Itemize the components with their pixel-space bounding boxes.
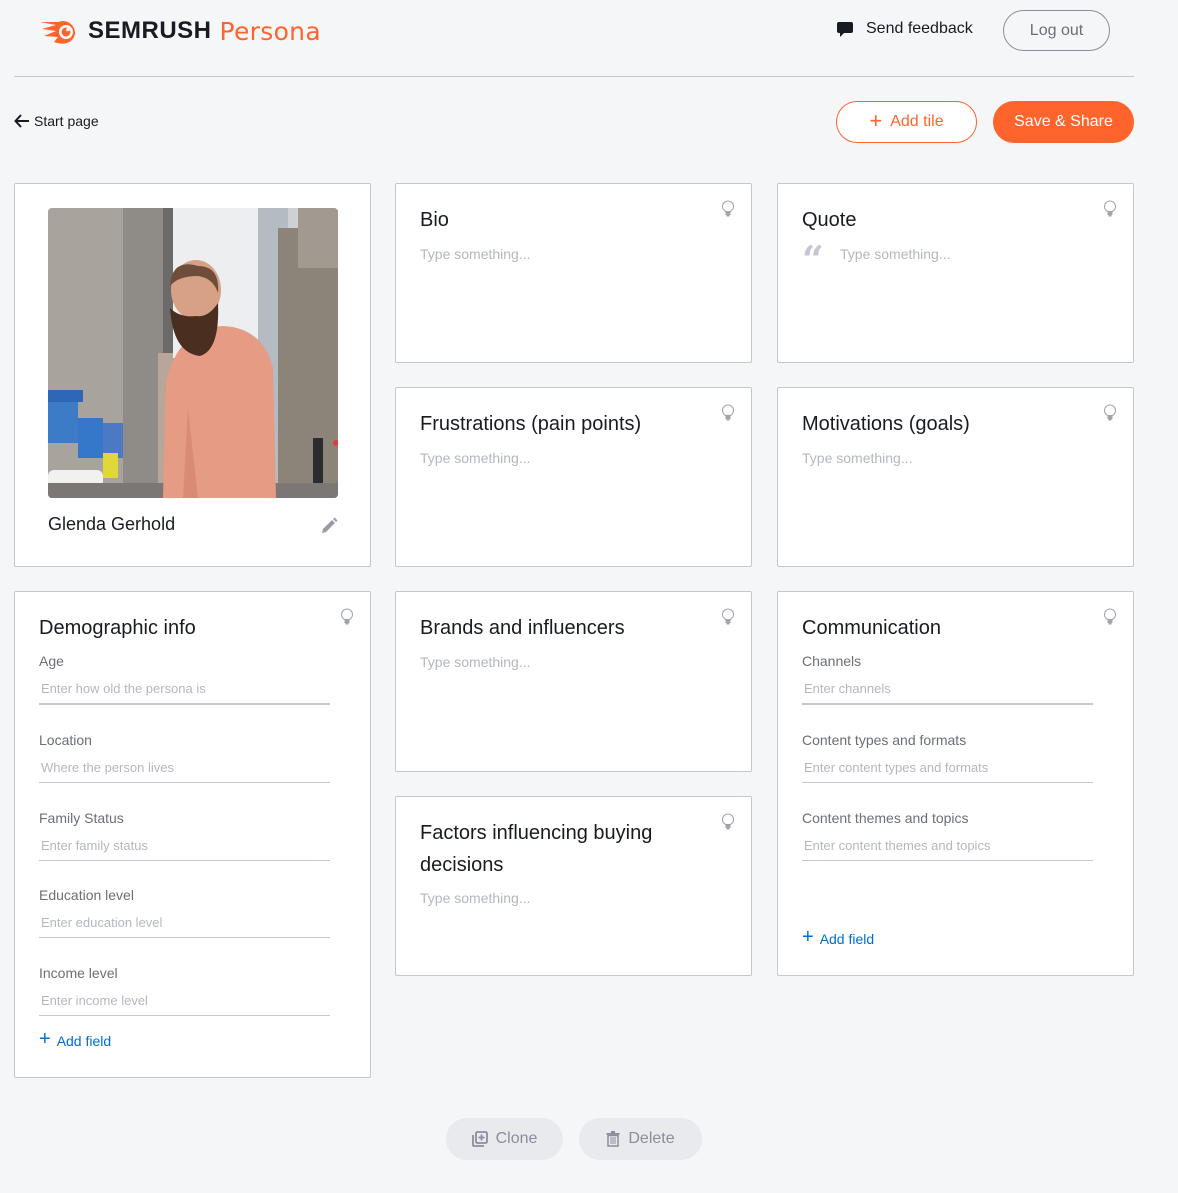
plus-icon: + bbox=[39, 1028, 51, 1050]
persona-profile-tile: Glenda Gerhold bbox=[14, 183, 371, 567]
top-header: SEMRUSH Persona Send feedback Log out bbox=[14, 0, 1134, 77]
logo-product-name: Persona bbox=[219, 16, 321, 46]
persona-photo-image bbox=[48, 208, 338, 498]
buying-factors-tile: Factors influencing buying decisions Typ… bbox=[395, 796, 752, 976]
tile-title: Factors influencing buying decisions bbox=[420, 822, 653, 876]
tile-title: Communication bbox=[802, 617, 941, 639]
lightbulb-hint-icon[interactable] bbox=[1103, 200, 1117, 218]
plus-icon: + bbox=[802, 926, 814, 948]
field-label: Family Status bbox=[39, 810, 124, 826]
family-status-field: Family Status bbox=[39, 810, 330, 861]
send-feedback-link[interactable]: Send feedback bbox=[836, 20, 973, 38]
field-label: Education level bbox=[39, 887, 134, 903]
content-themes-input[interactable] bbox=[802, 830, 1093, 861]
factors-text-area[interactable]: Type something... bbox=[420, 890, 531, 906]
back-label: Start page bbox=[34, 113, 99, 129]
persona-photo[interactable] bbox=[48, 208, 338, 498]
tile-title: Motivations (goals) bbox=[802, 413, 970, 435]
tile-title: Quote bbox=[802, 209, 857, 231]
semrush-fireball-icon bbox=[40, 21, 75, 44]
channels-field: Channels bbox=[802, 653, 1093, 705]
demographic-info-tile: Demographic info Age Location Family Sta… bbox=[14, 591, 371, 1078]
add-field-button[interactable]: + Add field bbox=[802, 926, 875, 948]
add-field-label: Add field bbox=[819, 930, 875, 947]
field-label: Content types and formats bbox=[802, 732, 967, 748]
location-input[interactable] bbox=[39, 752, 330, 783]
send-feedback-label: Send feedback bbox=[866, 20, 973, 37]
field-label: Content themes and topics bbox=[802, 810, 969, 826]
add-field-label: Add field bbox=[56, 1032, 112, 1049]
quote-tile: Quote “ Type something... bbox=[777, 183, 1134, 363]
family-status-input[interactable] bbox=[39, 830, 330, 861]
back-to-start-page-link[interactable]: Start page bbox=[14, 113, 99, 129]
clone-button[interactable]: Clone bbox=[446, 1118, 563, 1160]
edit-pencil-icon[interactable] bbox=[320, 517, 338, 535]
log-out-button[interactable]: Log out bbox=[1003, 10, 1110, 51]
communication-tile: Communication Channels Content types and… bbox=[777, 591, 1134, 976]
add-tile-button[interactable]: + Add tile bbox=[836, 101, 977, 143]
education-level-field: Education level bbox=[39, 887, 330, 938]
quote-mark-icon: “ bbox=[802, 237, 824, 282]
motivations-text-area[interactable]: Type something... bbox=[802, 450, 913, 466]
lightbulb-hint-icon[interactable] bbox=[1103, 404, 1117, 422]
tile-title: Frustrations (pain points) bbox=[420, 413, 642, 435]
age-input[interactable] bbox=[39, 673, 330, 705]
field-label: Location bbox=[39, 732, 92, 748]
lightbulb-hint-icon[interactable] bbox=[340, 608, 354, 626]
content-themes-field: Content themes and topics bbox=[802, 810, 1093, 861]
channels-input[interactable] bbox=[802, 673, 1093, 705]
persona-name: Glenda Gerhold bbox=[48, 514, 176, 534]
field-label: Channels bbox=[802, 653, 862, 669]
education-level-input[interactable] bbox=[39, 907, 330, 938]
lightbulb-hint-icon[interactable] bbox=[721, 813, 735, 831]
field-label: Income level bbox=[39, 965, 118, 981]
income-level-input[interactable] bbox=[39, 985, 330, 1016]
add-tile-label: Add tile bbox=[890, 113, 944, 130]
field-label: Age bbox=[39, 653, 64, 669]
logo-wordmark: SEMRUSH bbox=[88, 17, 212, 44]
brands-text-area[interactable]: Type something... bbox=[420, 654, 531, 670]
speech-bubble-icon bbox=[837, 21, 853, 37]
lightbulb-hint-icon[interactable] bbox=[1103, 608, 1117, 626]
bio-tile: Bio Type something... bbox=[395, 183, 752, 363]
motivations-tile: Motivations (goals) Type something... bbox=[777, 387, 1134, 567]
bio-text-area[interactable]: Type something... bbox=[420, 246, 531, 262]
delete-button[interactable]: Delete bbox=[579, 1118, 702, 1160]
add-field-button[interactable]: + Add field bbox=[39, 1028, 112, 1050]
persona-editor-page: SEMRUSH Persona Send feedback Log out St… bbox=[0, 0, 1178, 1193]
tile-title: Bio bbox=[420, 209, 449, 231]
tile-title: Brands and influencers bbox=[420, 617, 625, 639]
frustrations-tile: Frustrations (pain points) Type somethin… bbox=[395, 387, 752, 567]
lightbulb-hint-icon[interactable] bbox=[721, 404, 735, 422]
save-and-share-button[interactable]: Save & Share bbox=[993, 101, 1134, 143]
lightbulb-hint-icon[interactable] bbox=[721, 200, 735, 218]
arrow-left-icon bbox=[14, 114, 29, 128]
content-types-field: Content types and formats bbox=[802, 732, 1093, 783]
clone-icon bbox=[471, 1131, 488, 1147]
tile-title: Demographic info bbox=[39, 617, 196, 639]
brands-influencers-tile: Brands and influencers Type something... bbox=[395, 591, 752, 772]
clone-label: Clone bbox=[495, 1130, 538, 1147]
quote-text-area[interactable]: Type something... bbox=[840, 246, 951, 262]
trash-icon bbox=[606, 1131, 620, 1147]
income-level-field: Income level bbox=[39, 965, 330, 1016]
age-field: Age bbox=[39, 653, 330, 705]
lightbulb-hint-icon[interactable] bbox=[721, 608, 735, 626]
plus-icon: + bbox=[869, 108, 883, 133]
location-field: Location bbox=[39, 732, 330, 783]
semrush-persona-logo[interactable]: SEMRUSH Persona bbox=[38, 15, 321, 47]
frustrations-text-area[interactable]: Type something... bbox=[420, 450, 531, 466]
content-types-input[interactable] bbox=[802, 752, 1093, 783]
delete-label: Delete bbox=[628, 1130, 675, 1147]
